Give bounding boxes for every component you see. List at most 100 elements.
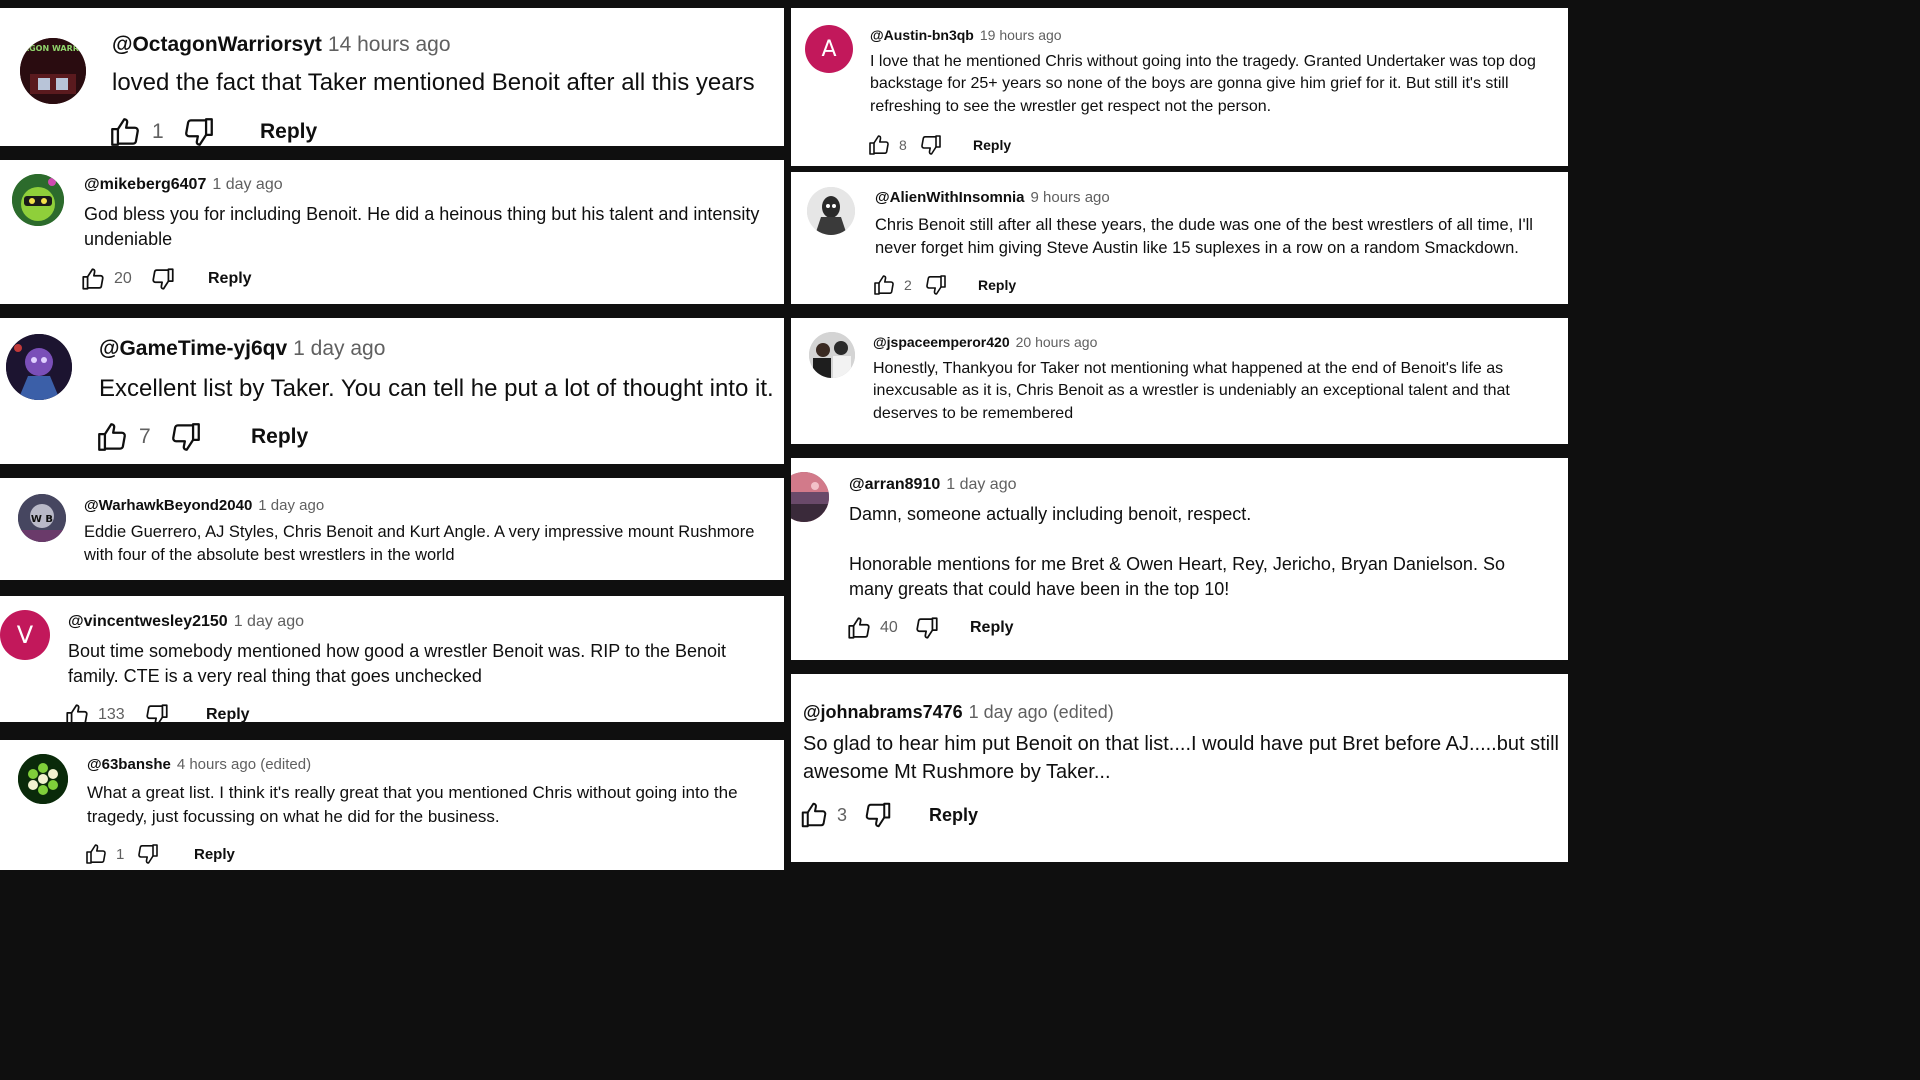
comment-time[interactable]: 1 day ago bbox=[212, 176, 282, 193]
thumbs-down-icon bbox=[152, 268, 174, 290]
like-count: 3 bbox=[837, 804, 848, 825]
comment-header: @Austin-bn3qb 19 hours ago bbox=[870, 28, 1062, 42]
dislike-button[interactable] bbox=[169, 420, 203, 454]
comment-time[interactable]: 1 day ago (edited) bbox=[969, 702, 1114, 722]
comment-time[interactable]: 1 day ago bbox=[293, 337, 385, 360]
reply-button[interactable]: Reply bbox=[260, 120, 317, 144]
thumbs-down-icon bbox=[172, 423, 200, 451]
reply-button[interactable]: Reply bbox=[251, 425, 308, 449]
reply-button[interactable]: Reply bbox=[206, 706, 250, 722]
avatar-logo-text: OCTAGON WARRIORS bbox=[20, 44, 86, 53]
comment-time[interactable]: 1 day ago bbox=[234, 613, 304, 630]
like-button[interactable] bbox=[799, 800, 829, 830]
reply-button[interactable]: Reply bbox=[973, 137, 1011, 153]
dislike-button[interactable] bbox=[182, 115, 216, 146]
like-count: 20 bbox=[114, 270, 132, 287]
comment-author[interactable]: @johnabrams7476 bbox=[803, 702, 963, 722]
like-button[interactable] bbox=[80, 266, 106, 292]
thumbs-down-icon bbox=[865, 802, 891, 828]
dislike-button[interactable] bbox=[863, 800, 893, 830]
avatar[interactable] bbox=[809, 332, 855, 378]
comment-card: A @Austin-bn3qb 19 hours ago I love that … bbox=[791, 8, 1568, 166]
like-button[interactable] bbox=[84, 842, 108, 866]
like-count: 133 bbox=[98, 706, 125, 722]
comment-text: God bless you for including Benoit. He d… bbox=[84, 202, 774, 252]
comment-card: @63banshe 4 hours ago (edited) What a gre… bbox=[0, 740, 784, 870]
avatar[interactable] bbox=[12, 174, 64, 226]
comment-header: @vincentwesley2150 1 day ago bbox=[68, 614, 304, 630]
comment-author[interactable]: @vincentwesley2150 bbox=[68, 613, 228, 630]
reply-button[interactable]: Reply bbox=[194, 846, 235, 863]
comment-paragraph: Honestly, Thankyou for Taker not mention… bbox=[873, 360, 1510, 422]
comment-author[interactable]: @OctagonWarriorsyt bbox=[112, 33, 322, 56]
avatar[interactable] bbox=[6, 334, 72, 400]
avatar[interactable] bbox=[791, 472, 829, 522]
dislike-button[interactable] bbox=[919, 133, 943, 157]
reply-button[interactable]: Reply bbox=[208, 270, 252, 288]
comment-text: Damn, someone actually including benoit,… bbox=[849, 502, 1549, 603]
comment-author[interactable]: @WarhawkBeyond2040 bbox=[84, 497, 252, 514]
comment-paragraph: So glad to hear him put Benoit on that l… bbox=[803, 733, 1559, 783]
dislike-button[interactable] bbox=[150, 266, 176, 292]
comment-author[interactable]: @AlienWithInsomnia bbox=[875, 189, 1025, 206]
comment-author[interactable]: @Austin-bn3qb bbox=[870, 27, 974, 43]
like-button[interactable] bbox=[872, 273, 896, 297]
like-count: 8 bbox=[899, 137, 907, 153]
thumbs-up-icon bbox=[848, 617, 870, 639]
comment-header: @AlienWithInsomnia 9 hours ago bbox=[875, 190, 1110, 205]
avatar[interactable]: V bbox=[0, 610, 50, 660]
comment-card: W B @WarhawkBeyond2040 1 day ago Eddie Gu… bbox=[0, 478, 784, 580]
comment-actions: 8 Reply bbox=[867, 133, 1011, 157]
dislike-button[interactable] bbox=[144, 702, 170, 722]
comment-text: So glad to hear him put Benoit on that l… bbox=[803, 730, 1563, 786]
comment-card: @GameTime-yj6qv 1 day ago Excellent list … bbox=[0, 318, 784, 464]
comment-author[interactable]: @jspaceemperor420 bbox=[873, 334, 1010, 350]
comment-author[interactable]: @arran8910 bbox=[849, 476, 940, 493]
comment-author[interactable]: @GameTime-yj6qv bbox=[99, 337, 287, 360]
comment-time[interactable]: 14 hours ago bbox=[328, 33, 451, 56]
comment-header: @jspaceemperor420 20 hours ago bbox=[873, 335, 1097, 349]
like-button[interactable] bbox=[108, 115, 142, 146]
thumbs-up-icon bbox=[111, 118, 139, 146]
comment-card: @arran8910 1 day ago Damn, someone actual… bbox=[791, 458, 1568, 660]
comment-actions: 2 Reply bbox=[872, 273, 1016, 297]
comment-paragraph: God bless you for including Benoit. He d… bbox=[84, 204, 760, 250]
reply-button[interactable]: Reply bbox=[970, 619, 1014, 637]
comment-header: @mikeberg6407 1 day ago bbox=[84, 177, 283, 193]
like-button[interactable] bbox=[867, 133, 891, 157]
comment-author[interactable]: @63banshe bbox=[87, 756, 171, 773]
comment-actions: 133 Reply bbox=[64, 702, 250, 722]
avatar[interactable]: W B bbox=[18, 494, 66, 542]
comment-paragraph: Eddie Guerrero, AJ Styles, Chris Benoit … bbox=[84, 523, 755, 565]
dislike-button[interactable] bbox=[924, 273, 948, 297]
comment-paragraph: loved the fact that Taker mentioned Beno… bbox=[112, 69, 755, 96]
like-button[interactable] bbox=[95, 420, 129, 454]
comment-time[interactable]: 1 day ago bbox=[946, 476, 1016, 493]
comment-time[interactable]: 19 hours ago bbox=[980, 27, 1062, 43]
comment-time[interactable]: 4 hours ago (edited) bbox=[177, 756, 311, 773]
dislike-button[interactable] bbox=[136, 842, 160, 866]
dislike-button[interactable] bbox=[914, 615, 940, 641]
reply-button[interactable]: Reply bbox=[978, 277, 1016, 293]
avatar[interactable] bbox=[18, 754, 68, 804]
avatar-letter: A bbox=[821, 36, 837, 62]
comment-author[interactable]: @mikeberg6407 bbox=[84, 176, 206, 193]
thumbs-down-icon bbox=[921, 135, 941, 155]
like-count: 1 bbox=[116, 845, 125, 863]
comment-card: @AlienWithInsomnia 9 hours ago Chris Beno… bbox=[791, 172, 1568, 304]
reply-button[interactable]: Reply bbox=[929, 805, 978, 826]
avatar[interactable] bbox=[807, 187, 855, 235]
comment-time[interactable]: 9 hours ago bbox=[1031, 189, 1110, 206]
thumbs-down-icon bbox=[916, 617, 938, 639]
comment-time[interactable]: 20 hours ago bbox=[1016, 334, 1098, 350]
avatar[interactable]: OCTAGON WARRIORS bbox=[20, 38, 86, 104]
comment-paragraph: What a great list. I think it's really g… bbox=[87, 783, 738, 826]
like-button[interactable] bbox=[64, 702, 90, 722]
thumbs-down-icon bbox=[146, 704, 168, 722]
avatar[interactable]: A bbox=[805, 25, 853, 73]
thumbs-down-icon bbox=[185, 118, 213, 146]
like-button[interactable] bbox=[846, 615, 872, 641]
comment-time[interactable]: 1 day ago bbox=[258, 497, 324, 514]
comment-header: @johnabrams7476 1 day ago (edited) bbox=[803, 703, 1114, 721]
like-count: 40 bbox=[880, 619, 898, 636]
